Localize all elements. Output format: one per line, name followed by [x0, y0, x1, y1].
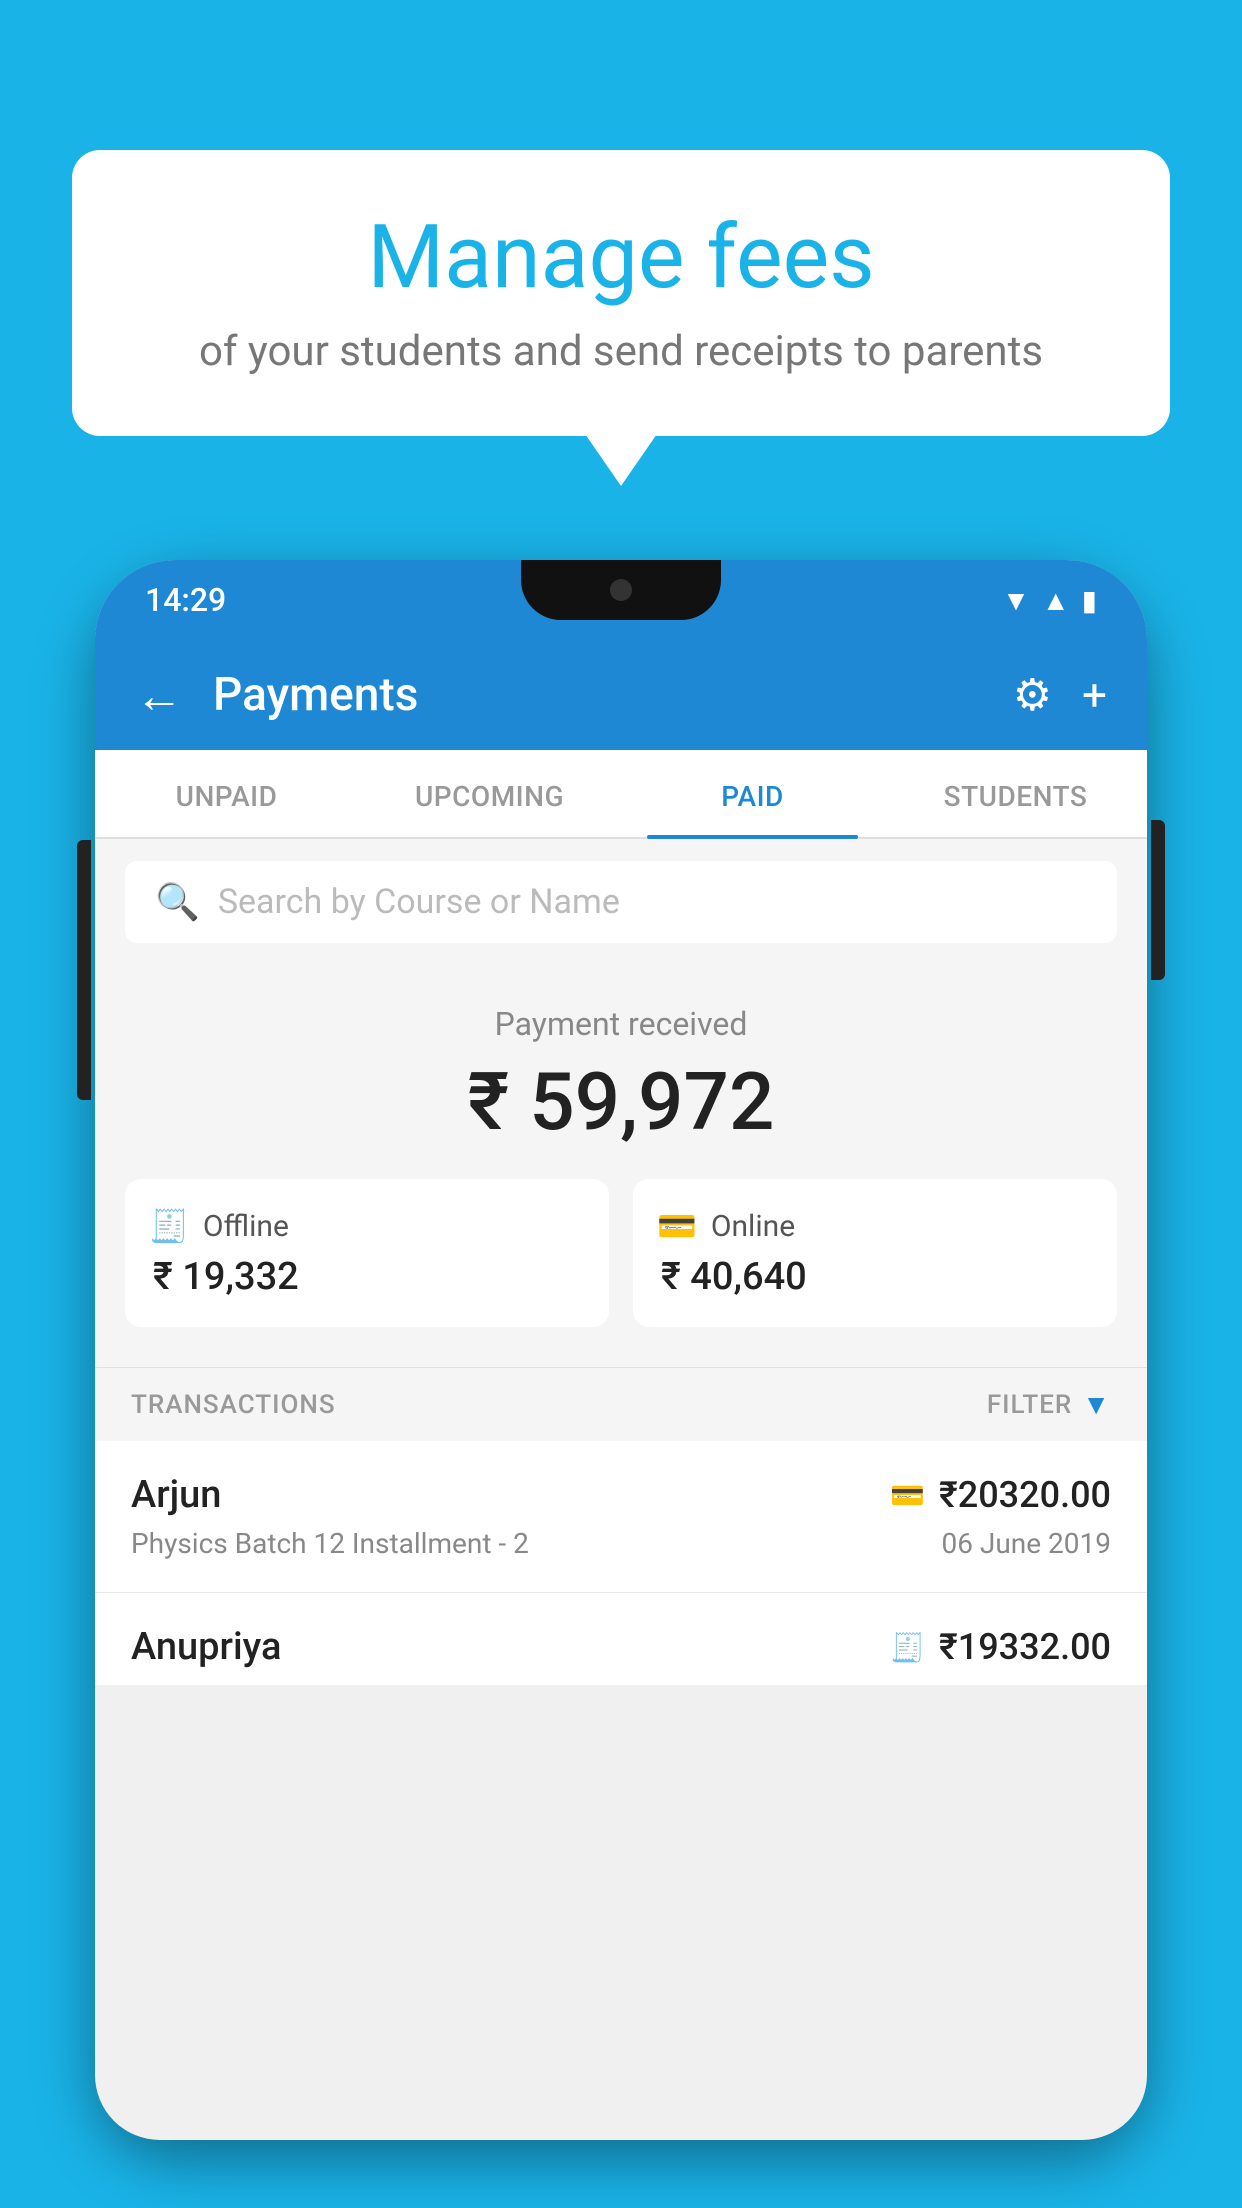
search-container: 🔍 Search by Course or Name [95, 839, 1147, 965]
speech-bubble-container: Manage fees of your students and send re… [72, 150, 1170, 436]
payment-card-icon: 💳 [890, 1479, 925, 1512]
status-time: 14:29 [145, 581, 226, 619]
transaction-row-partial[interactable]: Anupriya 🧾 ₹19332.00 [95, 1593, 1147, 1685]
online-card-header: 💳 Online [657, 1207, 1093, 1245]
transaction-date: 06 June 2019 [941, 1527, 1111, 1560]
offline-icon: 🧾 [149, 1207, 189, 1245]
transaction-row[interactable]: Arjun 💳 ₹20320.00 Physics Batch 12 Insta… [95, 1441, 1147, 1593]
phone-screen: 14:29 ▼ ▲ ▮ ← Payments ⚙ [95, 560, 1147, 2140]
payment-received-label: Payment received [125, 1005, 1117, 1043]
offline-amount: ₹ 19,332 [149, 1255, 585, 1299]
partial-payment-icon: 🧾 [890, 1631, 925, 1664]
payment-summary: Payment received ₹ 59,972 🧾 Offline ₹ 19… [95, 965, 1147, 1367]
online-amount: ₹ 40,640 [657, 1255, 1093, 1299]
payment-cards: 🧾 Offline ₹ 19,332 💳 Online ₹ 40,640 [125, 1179, 1117, 1327]
settings-icon[interactable]: ⚙ [1013, 669, 1052, 721]
page-background: Manage fees of your students and send re… [0, 0, 1242, 2208]
transaction-bottom: Physics Batch 12 Installment - 2 06 June… [131, 1527, 1111, 1560]
transaction-amount: ₹20320.00 [939, 1474, 1111, 1516]
offline-card: 🧾 Offline ₹ 19,332 [125, 1179, 609, 1327]
partial-amount-row: 🧾 ₹19332.00 [890, 1626, 1111, 1668]
filter-icon: ▼ [1082, 1388, 1111, 1421]
partial-amount: ₹19332.00 [939, 1626, 1111, 1668]
bubble-title: Manage fees [152, 210, 1090, 307]
tab-paid[interactable]: PAID [621, 750, 884, 837]
transaction-amount-row: 💳 ₹20320.00 [890, 1474, 1111, 1516]
transaction-course: Physics Batch 12 Installment - 2 [131, 1527, 529, 1560]
filter-label: FILTER [987, 1390, 1072, 1420]
partial-name: Anupriya [131, 1625, 281, 1669]
online-card: 💳 Online ₹ 40,640 [633, 1179, 1117, 1327]
bubble-subtitle: of your students and send receipts to pa… [152, 327, 1090, 376]
phone-container: 14:29 ▼ ▲ ▮ ← Payments ⚙ [95, 560, 1147, 2208]
search-input[interactable]: Search by Course or Name [218, 882, 620, 922]
transactions-label: TRANSACTIONS [131, 1390, 336, 1420]
status-bar: 14:29 ▼ ▲ ▮ [95, 560, 1147, 640]
partial-top: Anupriya 🧾 ₹19332.00 [131, 1625, 1111, 1669]
notch [521, 560, 721, 620]
transaction-top: Arjun 💳 ₹20320.00 [131, 1473, 1111, 1517]
back-button[interactable]: ← [135, 667, 183, 724]
tabs-bar: UNPAID UPCOMING PAID STUDENTS [95, 750, 1147, 839]
camera-dot [610, 579, 632, 601]
tab-unpaid[interactable]: UNPAID [95, 750, 358, 837]
battery-icon: ▮ [1082, 584, 1097, 617]
signal-icon: ▲ [1042, 584, 1070, 617]
tab-students[interactable]: STUDENTS [884, 750, 1147, 837]
app-bar: ← Payments ⚙ + [95, 640, 1147, 750]
transaction-name: Arjun [131, 1473, 221, 1517]
wifi-icon: ▼ [1002, 584, 1030, 617]
transactions-header: TRANSACTIONS FILTER ▼ [95, 1367, 1147, 1441]
app-bar-icons: ⚙ + [1013, 669, 1107, 721]
payment-total-amount: ₹ 59,972 [125, 1055, 1117, 1149]
page-title: Payments [213, 668, 1013, 722]
status-icons: ▼ ▲ ▮ [1002, 584, 1097, 617]
search-bar[interactable]: 🔍 Search by Course or Name [125, 861, 1117, 943]
offline-label: Offline [203, 1209, 289, 1244]
online-icon: 💳 [657, 1207, 697, 1245]
online-label: Online [711, 1209, 795, 1244]
filter-button[interactable]: FILTER ▼ [987, 1388, 1111, 1421]
add-icon[interactable]: + [1082, 669, 1107, 721]
search-icon: 🔍 [155, 881, 200, 923]
offline-card-header: 🧾 Offline [149, 1207, 585, 1245]
speech-bubble: Manage fees of your students and send re… [72, 150, 1170, 436]
phone-frame: 14:29 ▼ ▲ ▮ ← Payments ⚙ [95, 560, 1147, 2140]
tab-upcoming[interactable]: UPCOMING [358, 750, 621, 837]
